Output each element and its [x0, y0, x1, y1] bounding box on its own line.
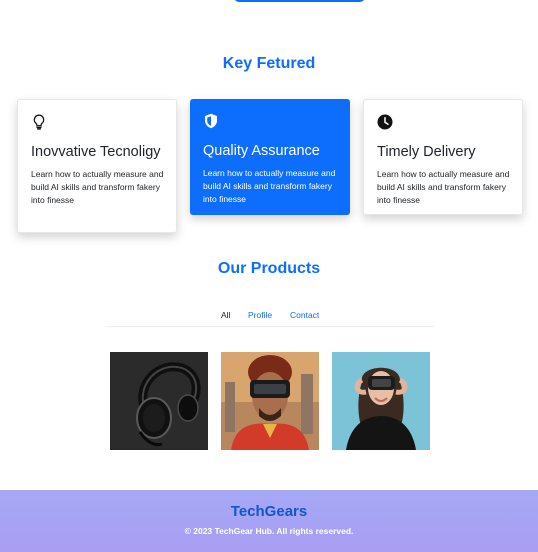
footer-brand: TechGears: [230, 503, 308, 520]
tab-all[interactable]: All: [221, 310, 230, 320]
tab-profile[interactable]: Profile: [248, 310, 272, 320]
card-text: Learn how to actually measure and build …: [377, 169, 510, 205]
product-image-woman-vr[interactable]: [332, 352, 430, 450]
product-image-headphones[interactable]: [110, 352, 208, 450]
product-image-man-vr[interactable]: [221, 352, 319, 450]
feature-card-quality: Quality Assurance Learn how to actually …: [190, 99, 350, 215]
card-title: Quality Assurance: [203, 143, 320, 159]
tab-contact[interactable]: Contact: [290, 310, 319, 320]
card-text: Learn how to actually measure and build …: [31, 169, 164, 205]
shield-icon: [203, 113, 338, 129]
clock-icon: [377, 114, 510, 130]
card-text: Learn how to actually measure and build …: [203, 168, 336, 204]
featured-heading: Key Fetured: [222, 55, 316, 72]
footer-copyright: © 2023 TechGear Hub. All rights reserved…: [184, 526, 354, 536]
card-title: Timely Delivery: [377, 144, 476, 160]
top-button[interactable]: [234, 0, 365, 2]
card-title: Inovvative Tecnoligy: [31, 144, 161, 160]
product-filter-tabs: All Profile Contact: [105, 305, 435, 327]
lightbulb-icon: [31, 114, 164, 130]
feature-card-innovative: Inovvative Tecnoligy Learn how to actual…: [17, 99, 177, 233]
footer: TechGears © 2023 TechGear Hub. All right…: [0, 490, 538, 552]
products-heading: Our Products: [217, 260, 321, 277]
feature-card-delivery: Timely Delivery Learn how to actually me…: [363, 99, 523, 215]
